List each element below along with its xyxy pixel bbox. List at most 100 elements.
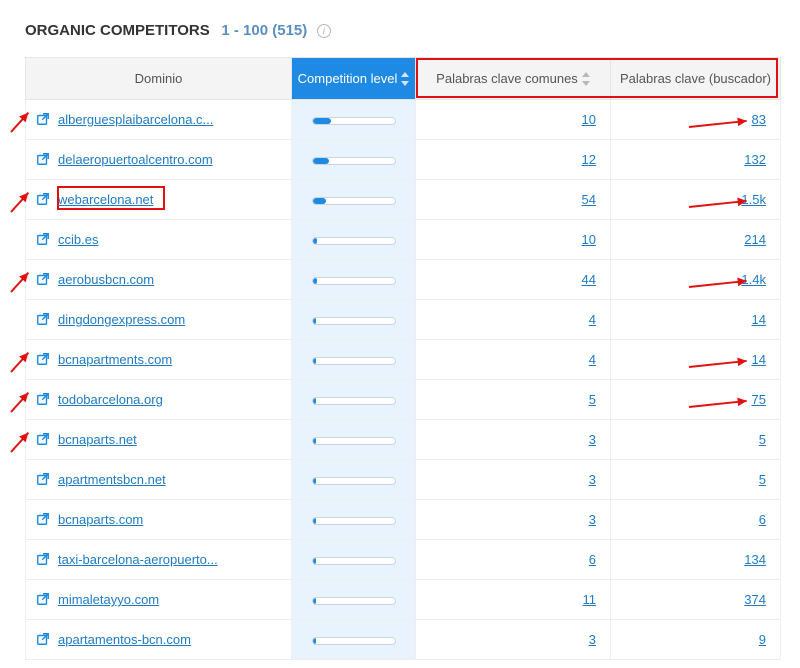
competition-bar: [312, 157, 396, 165]
se-keywords-link[interactable]: 14: [752, 352, 766, 367]
competition-bar: [312, 637, 396, 645]
domain-link[interactable]: todobarcelona.org: [58, 392, 163, 407]
table-row: apartamentos-bcn.com 3 9: [26, 620, 781, 660]
competition-bar: [312, 197, 396, 205]
table-container: Dominio Competition level Palabras clave…: [25, 57, 800, 660]
external-link-icon[interactable]: [36, 392, 58, 407]
table-row: ccib.es 10 214: [26, 220, 781, 260]
table-row: mimaletayyo.com 11 374: [26, 580, 781, 620]
se-keywords-link[interactable]: 1.5k: [741, 192, 766, 207]
table-row: bcnapartments.com 4 14: [26, 340, 781, 380]
domain-link[interactable]: bcnapartments.com: [58, 352, 172, 367]
common-keywords-link[interactable]: 54: [582, 192, 596, 207]
col-competition-label: Competition level: [298, 71, 398, 86]
col-domain-label: Dominio: [135, 71, 183, 86]
external-link-icon[interactable]: [36, 192, 58, 207]
col-se-label: Palabras clave (buscador): [620, 71, 771, 86]
col-common-label: Palabras clave comunes: [436, 71, 578, 86]
common-keywords-link[interactable]: 44: [582, 272, 596, 287]
table-row: bcnaparts.com 3 6: [26, 500, 781, 540]
table-row: alberguesplaibarcelona.c... 10 83: [26, 100, 781, 140]
common-keywords-link[interactable]: 12: [582, 152, 596, 167]
table-row: webarcelona.net 54 1.5k: [26, 180, 781, 220]
sort-icon: [582, 72, 590, 86]
competition-bar: [312, 117, 396, 125]
competition-bar: [312, 477, 396, 485]
se-keywords-link[interactable]: 374: [744, 592, 766, 607]
col-domain[interactable]: Dominio: [26, 58, 292, 100]
se-keywords-link[interactable]: 75: [752, 392, 766, 407]
external-link-icon[interactable]: [36, 472, 58, 487]
table-row: apartmentsbcn.net 3 5: [26, 460, 781, 500]
external-link-icon[interactable]: [36, 512, 58, 527]
domain-link[interactable]: taxi-barcelona-aeropuerto...: [58, 552, 218, 567]
external-link-icon[interactable]: [36, 312, 58, 327]
col-competition[interactable]: Competition level: [292, 58, 416, 100]
domain-link[interactable]: alberguesplaibarcelona.c...: [58, 112, 213, 127]
external-link-icon[interactable]: [36, 552, 58, 567]
se-keywords-link[interactable]: 132: [744, 152, 766, 167]
se-keywords-link[interactable]: 134: [744, 552, 766, 567]
col-common[interactable]: Palabras clave comunes: [416, 58, 611, 100]
se-keywords-link[interactable]: 9: [759, 632, 766, 647]
se-keywords-link[interactable]: 6: [759, 512, 766, 527]
external-link-icon[interactable]: [36, 112, 58, 127]
common-keywords-link[interactable]: 3: [589, 512, 596, 527]
common-keywords-link[interactable]: 4: [589, 312, 596, 327]
competitors-table: Dominio Competition level Palabras clave…: [25, 57, 781, 660]
domain-link[interactable]: webarcelona.net: [58, 192, 153, 207]
competition-bar: [312, 317, 396, 325]
common-keywords-link[interactable]: 4: [589, 352, 596, 367]
competition-bar: [312, 437, 396, 445]
common-keywords-link[interactable]: 3: [589, 432, 596, 447]
page-range: 1 - 100 (515): [221, 22, 307, 39]
page-heading: ORGANIC COMPETITORS 1 - 100 (515) i: [25, 22, 800, 39]
competition-bar: [312, 357, 396, 365]
table-row: delaeropuertoalcentro.com 12 132: [26, 140, 781, 180]
table-row: taxi-barcelona-aeropuerto... 6 134: [26, 540, 781, 580]
domain-link[interactable]: bcnaparts.com: [58, 512, 143, 527]
se-keywords-link[interactable]: 5: [759, 472, 766, 487]
sort-icon: [401, 72, 409, 86]
page-title: ORGANIC COMPETITORS: [25, 22, 210, 39]
domain-link[interactable]: mimaletayyo.com: [58, 592, 159, 607]
domain-link[interactable]: delaeropuertoalcentro.com: [58, 152, 213, 167]
external-link-icon[interactable]: [36, 592, 58, 607]
se-keywords-link[interactable]: 14: [752, 312, 766, 327]
external-link-icon[interactable]: [36, 432, 58, 447]
common-keywords-link[interactable]: 5: [589, 392, 596, 407]
domain-link[interactable]: bcnaparts.net: [58, 432, 137, 447]
domain-link[interactable]: apartamentos-bcn.com: [58, 632, 191, 647]
domain-link[interactable]: dingdongexpress.com: [58, 312, 185, 327]
common-keywords-link[interactable]: 10: [582, 112, 596, 127]
info-icon[interactable]: i: [317, 24, 331, 38]
competition-bar: [312, 277, 396, 285]
competition-bar: [312, 397, 396, 405]
domain-link[interactable]: ccib.es: [58, 232, 98, 247]
common-keywords-link[interactable]: 11: [583, 592, 597, 607]
se-keywords-link[interactable]: 214: [744, 232, 766, 247]
table-row: bcnaparts.net 3 5: [26, 420, 781, 460]
se-keywords-link[interactable]: 83: [752, 112, 766, 127]
se-keywords-link[interactable]: 1.4k: [741, 272, 766, 287]
common-keywords-link[interactable]: 6: [589, 552, 596, 567]
external-link-icon[interactable]: [36, 152, 58, 167]
table-row: dingdongexpress.com 4 14: [26, 300, 781, 340]
common-keywords-link[interactable]: 3: [589, 632, 596, 647]
domain-link[interactable]: apartmentsbcn.net: [58, 472, 166, 487]
external-link-icon[interactable]: [36, 632, 58, 647]
table-row: aerobusbcn.com 44 1.4k: [26, 260, 781, 300]
col-se[interactable]: Palabras clave (buscador): [611, 58, 781, 100]
competition-bar: [312, 517, 396, 525]
competition-bar: [312, 237, 396, 245]
competition-bar: [312, 597, 396, 605]
domain-link[interactable]: aerobusbcn.com: [58, 272, 154, 287]
common-keywords-link[interactable]: 3: [589, 472, 596, 487]
external-link-icon[interactable]: [36, 352, 58, 367]
common-keywords-link[interactable]: 10: [582, 232, 596, 247]
competition-bar: [312, 557, 396, 565]
se-keywords-link[interactable]: 5: [759, 432, 766, 447]
table-row: todobarcelona.org 5 75: [26, 380, 781, 420]
external-link-icon[interactable]: [36, 232, 58, 247]
external-link-icon[interactable]: [36, 272, 58, 287]
